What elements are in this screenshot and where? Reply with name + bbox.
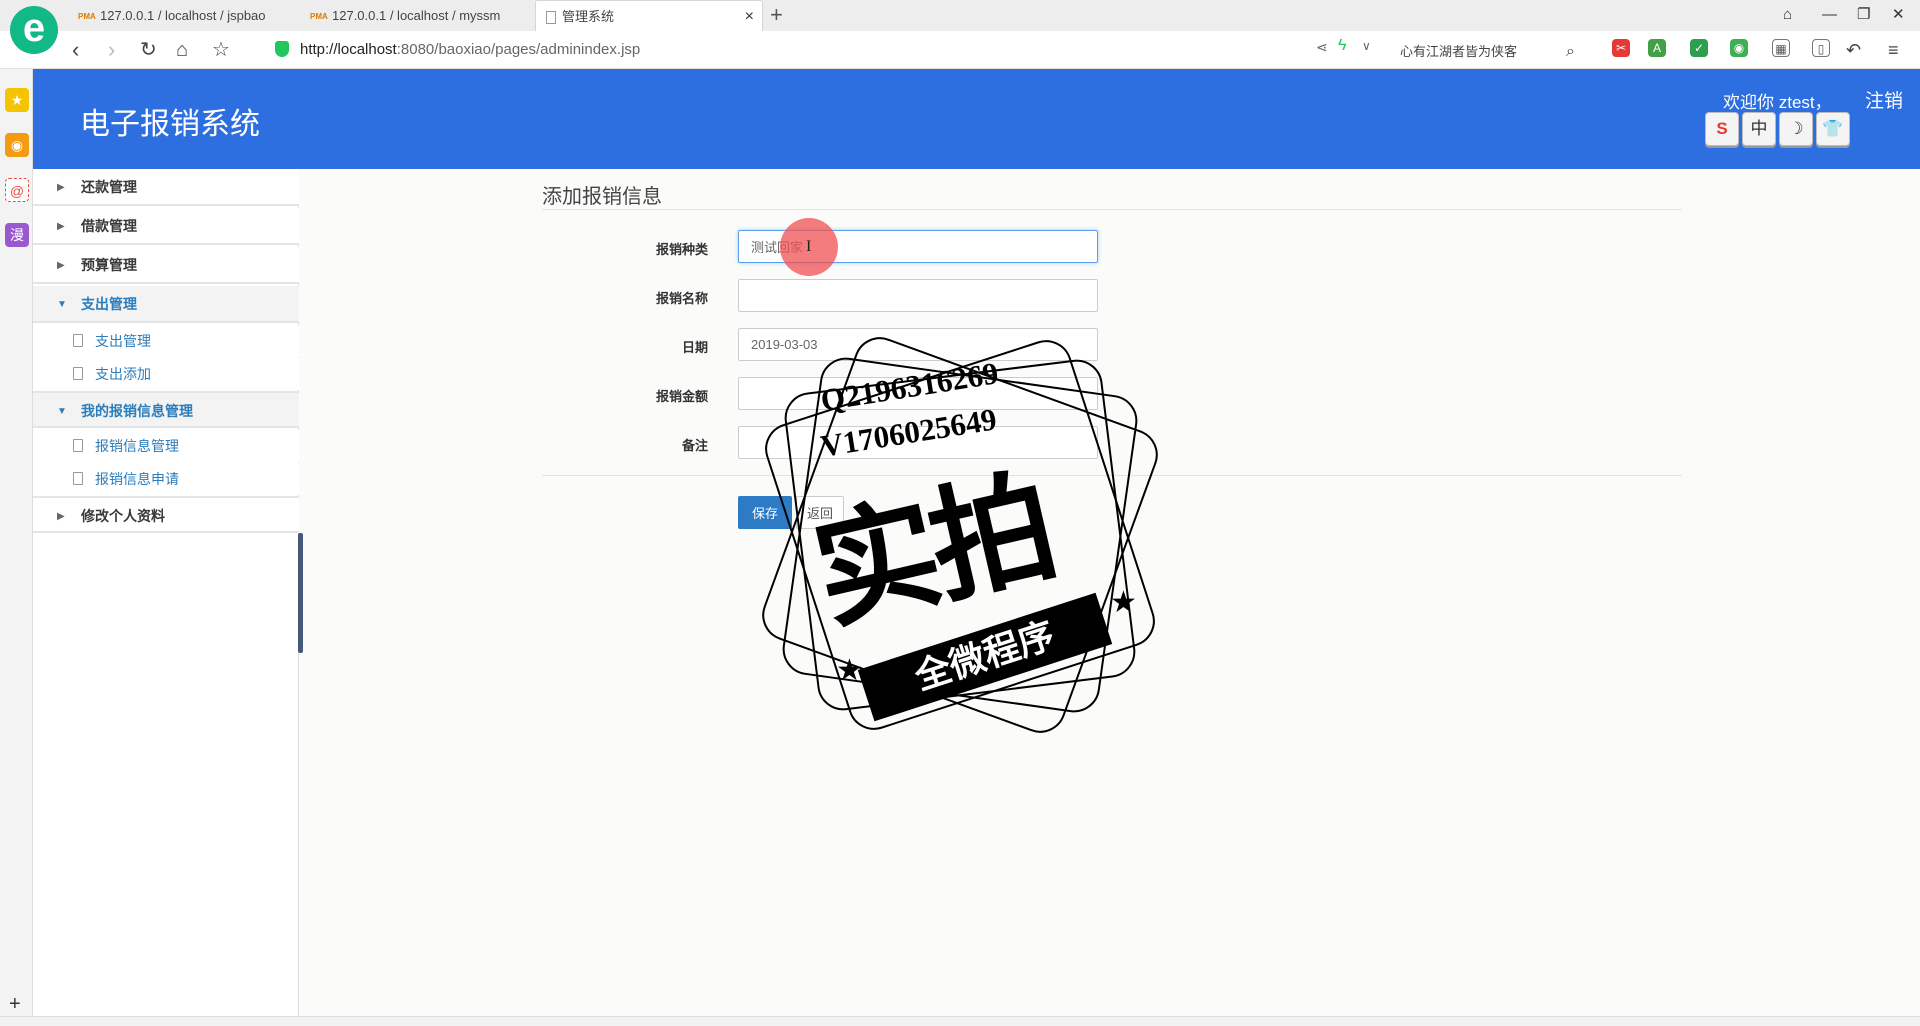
menu-my-reimbursement[interactable]: ▼ 我的报销信息管理 xyxy=(33,391,299,428)
document-icon xyxy=(73,334,83,347)
comic-icon[interactable]: 漫 xyxy=(5,223,29,247)
star-icon: ★ xyxy=(1110,586,1137,619)
app-header: 电子报销系统 欢迎你 ztest， 注销 S 中 ☽ 👕 xyxy=(33,69,1920,169)
browser-side-strip: ★ ◉ @ 漫 + xyxy=(0,69,33,1026)
caret-right-icon: ▶ xyxy=(57,221,65,232)
app-title: 电子报销系统 xyxy=(80,108,260,141)
browser-tab-bar: e PMA 127.0.0.1 / localhost / jspbao PMA 1… xyxy=(0,0,1920,54)
menu-profile[interactable]: ▶ 修改个人资料 xyxy=(33,496,299,533)
tab-admin[interactable]: 管理系统 × xyxy=(535,0,763,31)
tab-jspbao[interactable]: PMA 127.0.0.1 / localhost / jspbao xyxy=(78,0,274,31)
caret-right-icon: ▶ xyxy=(57,260,65,271)
caret-down-icon: ▼ xyxy=(57,299,67,310)
document-icon xyxy=(73,472,83,485)
text-cursor-icon: I xyxy=(806,238,812,255)
page-title: 添加报销信息 xyxy=(542,186,662,208)
minimize-icon[interactable]: — xyxy=(1822,4,1837,26)
field-label-date: 日期 xyxy=(681,340,708,355)
watermark-stamp: Q2196316269 V1706025649 实拍 全微程序 ★ ★ xyxy=(720,295,1200,775)
caret-down-icon: ▼ xyxy=(57,406,67,417)
menu-item-expense-add[interactable]: 支出添加 xyxy=(33,358,299,390)
search-icon[interactable]: ⌕ xyxy=(1566,39,1575,65)
add-icon[interactable]: + xyxy=(9,993,21,1016)
page-icon xyxy=(546,11,556,25)
menu-item-reimbursement-apply[interactable]: 报销信息申请 xyxy=(33,463,299,495)
home-icon[interactable]: ⌂ xyxy=(176,37,188,63)
menu-budget[interactable]: ▶ 预算管理 xyxy=(33,247,299,284)
close-tab-icon[interactable]: × xyxy=(745,1,754,31)
sidebar-collapse-handle[interactable] xyxy=(298,533,303,653)
caret-right-icon: ▶ xyxy=(57,511,65,522)
field-label-remark: 备注 xyxy=(681,438,708,453)
browser-status-bar xyxy=(0,1016,1920,1026)
browser-logo-icon[interactable]: e xyxy=(10,6,58,54)
address-bar[interactable]: http://localhost:8080/baoxiao/pages/admi… xyxy=(300,41,640,58)
field-label-type: 报销种类 xyxy=(655,242,708,257)
sidebar-menu: ▶ 还款管理 ▶ 借款管理 ▶ 预算管理 ▼ 支出管理 支出管理 支出添加 ▼ 我的报销信… xyxy=(33,169,303,1016)
game-icon[interactable]: ◉ xyxy=(1730,39,1748,57)
shield-icon[interactable]: ✓ xyxy=(1690,39,1708,57)
menu-item-reimbursement-manage[interactable]: 报销信息管理 xyxy=(33,430,299,462)
secure-shield-icon xyxy=(275,41,289,57)
divider xyxy=(542,209,1682,210)
favorites-icon[interactable]: ★ xyxy=(5,88,29,112)
close-window-icon[interactable]: ✕ xyxy=(1892,4,1905,26)
undo-icon[interactable]: ↶ xyxy=(1846,37,1861,63)
browser-nav-bar: ‹ › ↻ ⌂ ☆ http://localhost:8080/baoxiao/… xyxy=(0,31,1920,69)
search-box[interactable]: 心有江湖者皆为侠客 xyxy=(1400,41,1517,60)
translate-icon[interactable]: A xyxy=(1648,39,1666,57)
scissors-icon[interactable]: ✂ xyxy=(1612,39,1630,57)
tablet-icon[interactable]: ▯ xyxy=(1812,39,1830,57)
pma-icon: PMA xyxy=(310,11,328,21)
favorite-star-icon[interactable]: ☆ xyxy=(212,37,230,63)
welcome-text: 欢迎你 ztest， xyxy=(1723,93,1832,112)
weibo-icon[interactable]: ◉ xyxy=(5,133,29,157)
menu-item-expense-manage[interactable]: 支出管理 xyxy=(33,325,299,357)
logout-link[interactable]: 注销 xyxy=(1865,86,1903,113)
ime-moon-icon[interactable]: ☽ xyxy=(1779,112,1813,146)
tab-myssm[interactable]: PMA 127.0.0.1 / localhost / myssm xyxy=(310,0,506,31)
ime-chinese-icon[interactable]: 中 xyxy=(1742,112,1776,146)
apps-icon[interactable]: ▦ xyxy=(1772,39,1790,57)
star-icon: ★ xyxy=(836,654,863,687)
document-icon xyxy=(73,439,83,452)
new-tab-button[interactable]: + xyxy=(770,2,783,28)
caret-right-icon: ▶ xyxy=(57,182,65,193)
forward-icon[interactable]: › xyxy=(108,37,115,63)
document-icon xyxy=(73,367,83,380)
sogou-ime-icon[interactable]: S xyxy=(1705,112,1739,146)
bolt-icon[interactable]: ϟ xyxy=(1338,37,1346,55)
mail-icon[interactable]: @ xyxy=(5,178,29,202)
chevron-down-icon[interactable]: ∨ xyxy=(1362,39,1371,53)
field-label-name: 报销名称 xyxy=(655,291,708,306)
pma-icon: PMA xyxy=(78,11,96,21)
shirt-icon[interactable]: ⌂ xyxy=(1783,4,1792,26)
menu-loan[interactable]: ▶ 借款管理 xyxy=(33,208,299,245)
field-label-amount: 报销金额 xyxy=(655,389,708,404)
refresh-icon[interactable]: ↻ xyxy=(140,37,157,63)
share-icon[interactable]: ⋖ xyxy=(1316,39,1328,56)
menu-repayment[interactable]: ▶ 还款管理 xyxy=(33,169,299,206)
menu-icon[interactable]: ≡ xyxy=(1888,37,1899,63)
ime-skin-icon[interactable]: 👕 xyxy=(1816,112,1850,146)
back-icon[interactable]: ‹ xyxy=(72,37,79,63)
restore-icon[interactable]: ❐ xyxy=(1857,4,1870,26)
menu-expense[interactable]: ▼ 支出管理 xyxy=(33,286,299,323)
